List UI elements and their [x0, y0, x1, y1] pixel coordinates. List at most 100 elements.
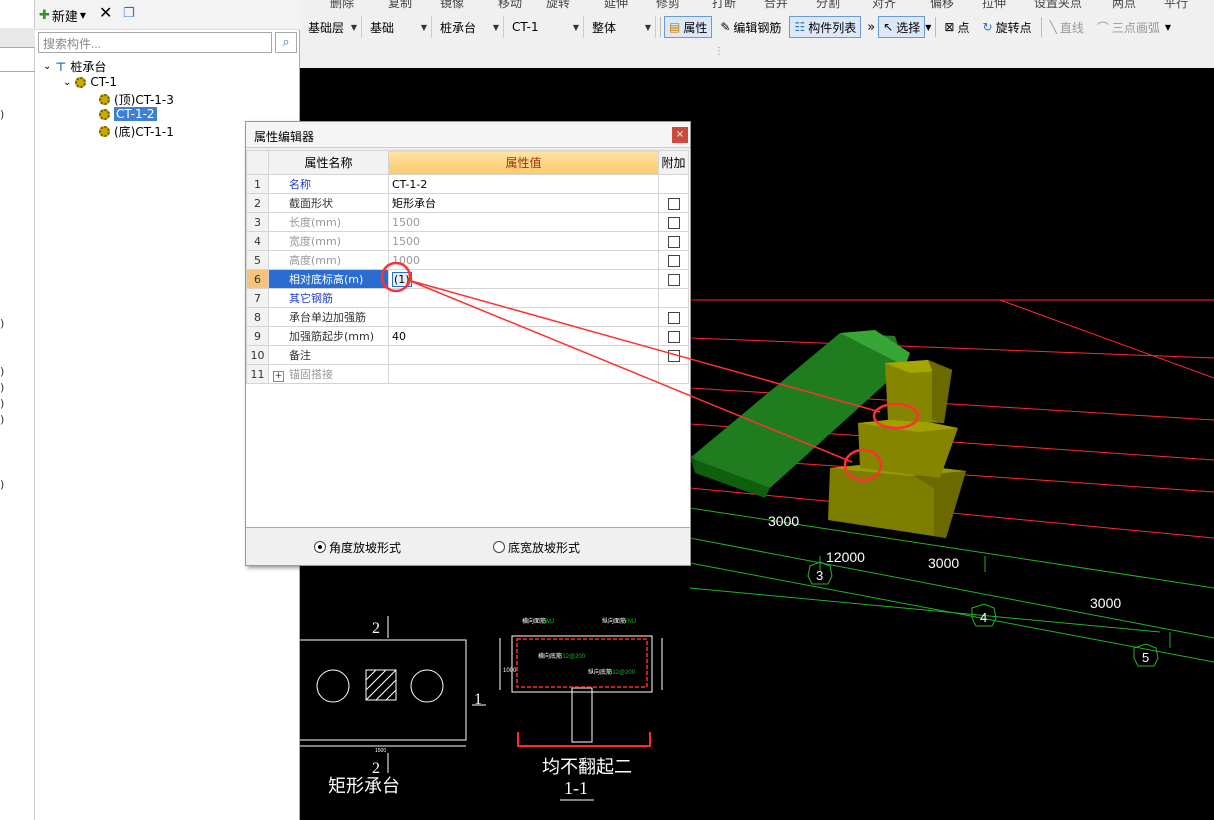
- radio-angle-slope[interactable]: 角度放坡形式: [314, 539, 401, 556]
- table-row[interactable]: 1 名称 CT-1-2: [246, 174, 689, 194]
- arc-button[interactable]: ⌒ 三点画弧: [1092, 16, 1165, 38]
- strip-mark: ): [0, 381, 5, 394]
- rotate-point-button[interactable]: ↻ 旋转点: [978, 16, 1037, 38]
- component-list-label: 构件列表: [808, 20, 857, 35]
- column-header-value: 属性值: [388, 150, 659, 175]
- toolbar-separator: [935, 17, 937, 37]
- property-value[interactable]: [388, 345, 659, 365]
- edit-rebar-button[interactable]: ✎ 编辑钢筋: [715, 16, 786, 38]
- component-select[interactable]: CT-1 ▼: [508, 16, 584, 38]
- more-tools-icon[interactable]: »: [867, 20, 875, 35]
- property-value[interactable]: 1000: [388, 250, 659, 270]
- line-button[interactable]: ╲ 直线: [1045, 16, 1089, 38]
- arc-label: 三点画弧: [1111, 20, 1160, 35]
- two-point-button[interactable]: 两点: [1112, 0, 1136, 10]
- table-row[interactable]: 5 高度(mm) 1000: [246, 250, 689, 270]
- chevron-down-icon: ▼: [572, 22, 579, 32]
- tree-item-selected[interactable]: CT-1-2: [99, 107, 157, 121]
- strip-mark: ): [0, 397, 5, 410]
- radio-dot[interactable]: [314, 541, 326, 553]
- property-value[interactable]: [388, 364, 659, 384]
- extra-checkbox[interactable]: [667, 254, 680, 267]
- close-icon[interactable]: ×: [672, 127, 688, 143]
- dock-tab[interactable]: [0, 28, 35, 48]
- property-value[interactable]: 1500: [388, 231, 659, 251]
- dim-label: 3000: [928, 555, 959, 571]
- search-icon[interactable]: ⌕: [275, 32, 297, 53]
- property-name: 长度(mm): [268, 212, 389, 232]
- tree-group[interactable]: ⌄ CT-1: [63, 75, 117, 89]
- value-input[interactable]: (1): [392, 271, 412, 287]
- extra-checkbox[interactable]: [667, 273, 680, 286]
- property-value[interactable]: 矩形承台: [388, 193, 659, 213]
- new-button[interactable]: ✚ 新建 ▼: [39, 6, 86, 25]
- extra-checkbox[interactable]: [667, 235, 680, 248]
- table-row[interactable]: 2 截面形状 矩形承台: [246, 193, 689, 213]
- property-value[interactable]: [388, 307, 659, 327]
- radio-width-slope[interactable]: 底宽放坡形式: [493, 539, 580, 556]
- grip-button[interactable]: 设置夹点: [1034, 0, 1082, 10]
- table-row[interactable]: 7 其它钢筋: [246, 288, 689, 308]
- table-row[interactable]: 10 备注: [246, 345, 689, 365]
- extend-button[interactable]: 延伸: [604, 0, 628, 10]
- delete-icon[interactable]: ✕: [99, 3, 112, 22]
- expand-icon[interactable]: +: [273, 371, 284, 382]
- component-list-button[interactable]: ☷ 构件列表: [789, 16, 862, 38]
- rebar-code: YMJ: [624, 619, 636, 625]
- arc-icon: ⌒: [1096, 20, 1109, 35]
- mirror-button[interactable]: 镜像: [440, 0, 464, 10]
- trim-button[interactable]: 修剪: [656, 0, 680, 10]
- dock-tab[interactable]: [0, 48, 35, 72]
- property-value-editing[interactable]: (1): [388, 269, 659, 289]
- type-value: 桩承台: [440, 20, 477, 35]
- align-button[interactable]: 对齐: [872, 0, 896, 10]
- rotate-button[interactable]: 旋转: [546, 0, 570, 10]
- collapse-icon[interactable]: ⌄: [43, 61, 51, 72]
- chevron-down-icon[interactable]: ▼: [1165, 23, 1171, 32]
- offset-button[interactable]: 偏移: [930, 0, 954, 10]
- category-select[interactable]: 基础 ▼: [366, 16, 432, 38]
- delete-button[interactable]: 删除: [330, 0, 354, 10]
- break-button[interactable]: 打断: [712, 0, 736, 10]
- table-row[interactable]: 8 承台单边加强筋: [246, 307, 689, 327]
- parallel-button[interactable]: 平行: [1164, 0, 1188, 10]
- rebar-note: 纵向面筋: [602, 617, 626, 625]
- extra-cell: [658, 231, 689, 251]
- tree-item[interactable]: (顶)CT-1-3: [99, 91, 174, 108]
- tree-item[interactable]: (底)CT-1-1: [99, 123, 174, 140]
- type-select[interactable]: 桩承台 ▼: [436, 16, 504, 38]
- table-row[interactable]: 9 加强筋起步(mm) 40: [246, 326, 689, 346]
- radio-dot[interactable]: [493, 541, 506, 553]
- point-button[interactable]: ⊠ 点: [939, 16, 974, 38]
- extra-checkbox[interactable]: [667, 197, 680, 210]
- property-value[interactable]: CT-1-2: [388, 174, 659, 194]
- chevron-down-icon[interactable]: ▼: [925, 23, 931, 32]
- extra-checkbox[interactable]: [667, 216, 680, 229]
- split-button[interactable]: 分割: [816, 0, 840, 10]
- merge-button[interactable]: 合并: [764, 0, 788, 10]
- property-value[interactable]: [388, 288, 659, 308]
- property-button[interactable]: ▤ 属性: [664, 16, 713, 38]
- copy-icon[interactable]: ❐: [123, 6, 135, 21]
- extra-cell: [658, 307, 689, 327]
- extra-checkbox[interactable]: [667, 311, 680, 324]
- table-row[interactable]: 3 长度(mm) 1500: [246, 212, 689, 232]
- extra-checkbox[interactable]: [667, 330, 680, 343]
- property-value[interactable]: 40: [388, 326, 659, 346]
- tree-root[interactable]: ⌄ ⊤ 桩承台: [43, 58, 106, 75]
- extra-cell: [658, 212, 689, 232]
- scope-select[interactable]: 整体 ▼: [588, 16, 656, 38]
- floor-select[interactable]: 基础层 ▼: [304, 16, 362, 38]
- extra-checkbox[interactable]: [667, 349, 680, 362]
- move-button[interactable]: 移动: [498, 0, 522, 10]
- copy-button[interactable]: 复制: [388, 0, 412, 10]
- property-value[interactable]: 1500: [388, 212, 659, 232]
- extra-cell: [658, 288, 689, 308]
- table-row[interactable]: 11 + 锚固搭接: [246, 364, 689, 384]
- collapse-icon[interactable]: ⌄: [63, 77, 71, 88]
- stretch-button[interactable]: 拉伸: [982, 0, 1006, 10]
- select-button[interactable]: ↖ 选择: [878, 16, 926, 38]
- table-row[interactable]: 4 宽度(mm) 1500: [246, 231, 689, 251]
- table-row-selected[interactable]: 6 相对底标高(m) (1): [246, 269, 689, 289]
- search-input[interactable]: 搜索构件...: [38, 32, 272, 53]
